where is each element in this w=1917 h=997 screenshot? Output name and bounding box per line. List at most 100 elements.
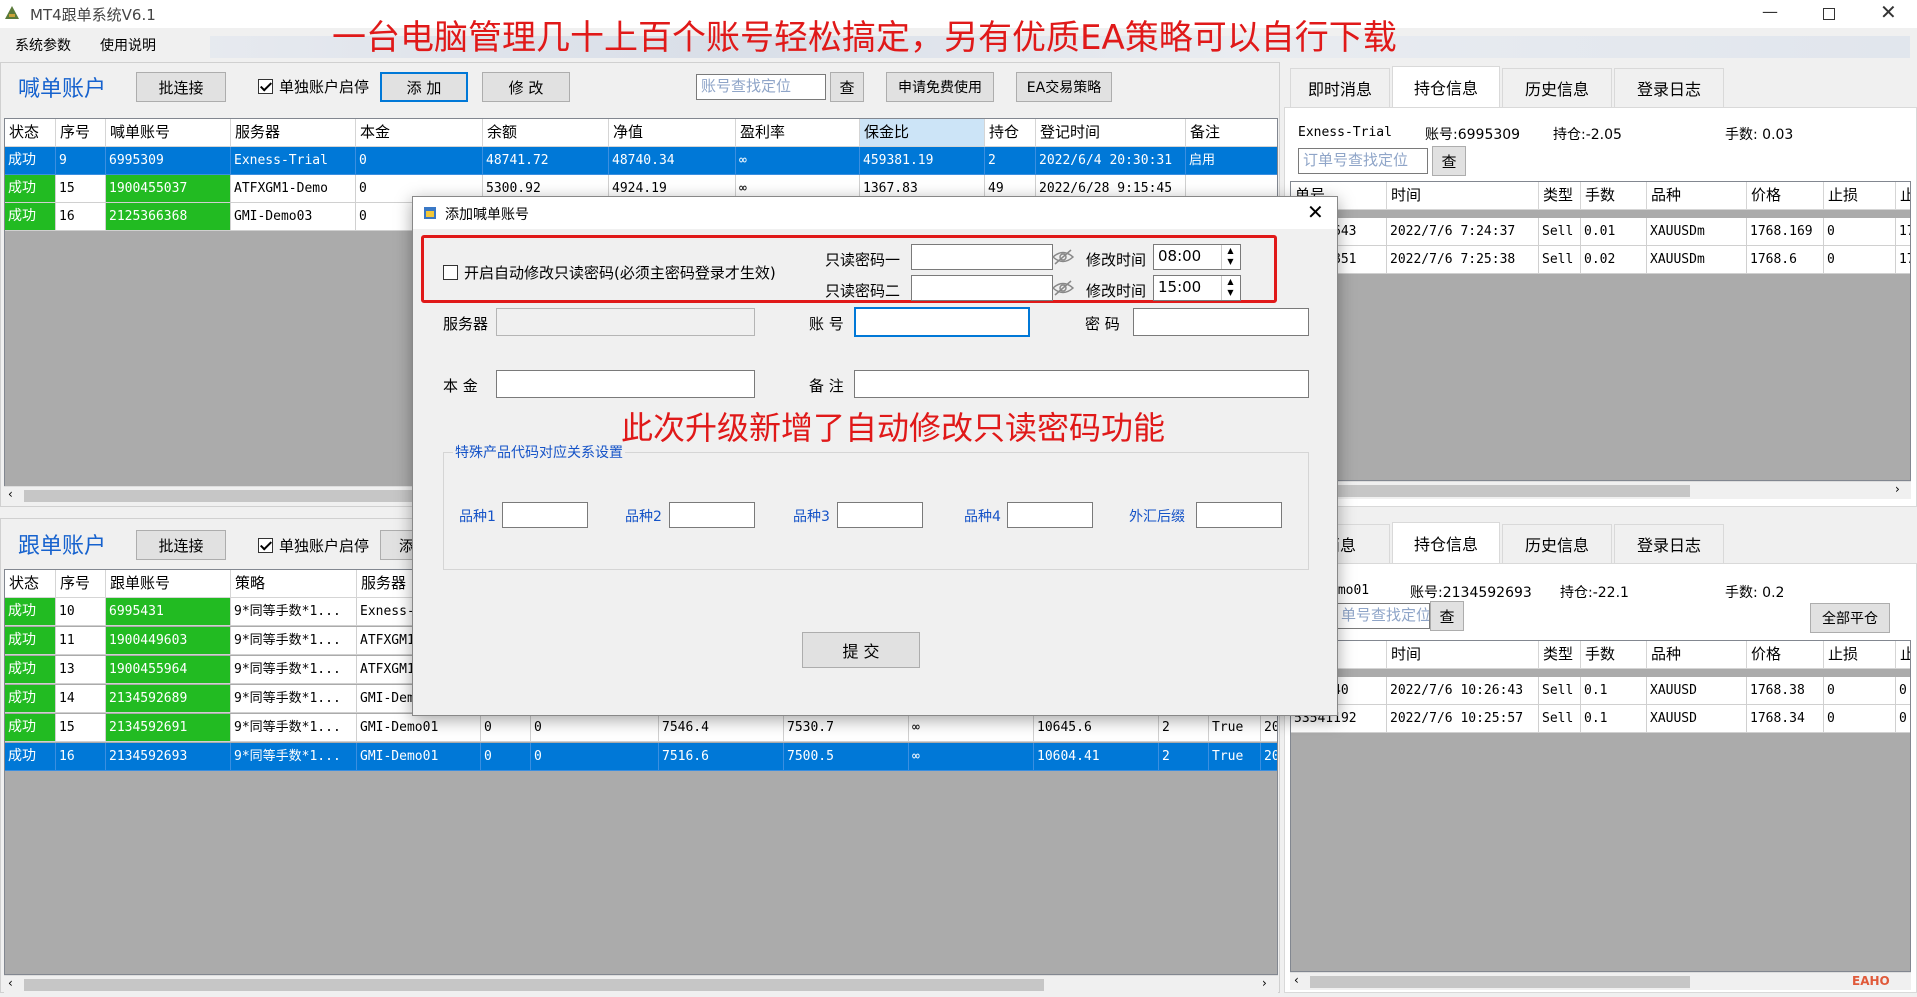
column-header[interactable]: 净值 <box>609 119 736 147</box>
account-search-button[interactable]: 查 <box>830 72 864 102</box>
table-row[interactable]: 53541192 2022/7/6 10:25:57 Sell 0.1 XAUU… <box>1291 705 1910 733</box>
column-header[interactable]: 手数 <box>1581 641 1647 669</box>
account-input[interactable] <box>854 307 1030 337</box>
caller-standalone-checkbox[interactable] <box>258 79 273 94</box>
eye-hidden-icon[interactable] <box>1051 278 1075 298</box>
readonly-password1-input[interactable] <box>911 244 1053 270</box>
rt-hscrollbar[interactable]: › <box>1290 481 1911 499</box>
time2-spinner[interactable]: ▲ ▼ <box>1221 276 1239 300</box>
table-row[interactable]: 成功 13 1900455964 9*同等手数*1... ATFXGM1- <box>5 656 481 684</box>
watermark-logo: EAHO <box>1852 974 1890 988</box>
symbol2-input[interactable] <box>669 502 755 528</box>
eye-hidden-icon[interactable] <box>1051 247 1075 267</box>
scroll-right-icon[interactable]: › <box>1262 976 1267 990</box>
column-header[interactable]: 服务器 <box>231 119 356 147</box>
menu-usage-help[interactable]: 使用说明 <box>100 35 156 55</box>
tab-positions[interactable]: 持仓信息 <box>1392 66 1500 108</box>
column-header[interactable]: 类型 <box>1539 641 1581 669</box>
auto-change-readonly-checkbox[interactable] <box>443 265 458 280</box>
column-header[interactable]: 序号 <box>56 119 106 147</box>
time1-spinner[interactable]: ▲ ▼ <box>1221 245 1239 269</box>
table-row[interactable]: 成功 15 2134592691 9*同等手数*1... GMI-Demo01 … <box>5 714 1277 742</box>
table-row[interactable]: 成功 16 2134592693 9*同等手数*1... GMI-Demo01 … <box>5 743 1277 771</box>
symbol3-input[interactable] <box>837 502 923 528</box>
column-header[interactable]: 备注 <box>1186 119 1277 147</box>
scroll-thumb[interactable] <box>1330 485 1690 497</box>
scroll-thumb[interactable] <box>1310 976 1690 988</box>
column-header[interactable]: 盈利率 <box>736 119 860 147</box>
readonly-password2-input[interactable] <box>911 275 1053 301</box>
remark-input[interactable] <box>854 370 1309 398</box>
table-row[interactable]: 643 2022/7/6 7:24:37 Sell 0.01 XAUUSDm 1… <box>1291 218 1910 246</box>
tab-instant-messages[interactable]: 即时消息 <box>1290 68 1390 108</box>
table-row[interactable]: 成功 9 6995309 Exness-Trial 0 48741.72 487… <box>5 147 1277 175</box>
restore-icon[interactable] <box>1823 8 1835 20</box>
column-header[interactable]: 价格 <box>1747 182 1824 210</box>
close-all-positions-button[interactable]: 全部平仓 <box>1810 603 1890 633</box>
apply-free-button[interactable]: 申请免费使用 <box>886 72 994 102</box>
table-row[interactable]: 851 2022/7/6 7:25:38 Sell 0.02 XAUUSDm 1… <box>1291 246 1910 274</box>
follower-standalone-checkbox[interactable] <box>258 538 273 553</box>
column-header[interactable]: 策略 <box>231 570 357 598</box>
dialog-title-bar: 添加喊单账号 ✕ <box>413 197 1337 229</box>
minimize-icon[interactable]: — <box>1762 2 1778 21</box>
column-header[interactable]: 类型 <box>1539 182 1581 210</box>
scroll-left-icon[interactable]: ‹ <box>1294 973 1299 987</box>
caller-batch-connect-button[interactable]: 批连接 <box>136 72 226 102</box>
caller-add-button[interactable]: 添 加 <box>380 72 468 102</box>
column-header[interactable]: 品种 <box>1647 182 1747 210</box>
scroll-left-icon[interactable]: ‹ <box>8 976 13 990</box>
column-header[interactable]: 序号 <box>56 570 106 598</box>
tab-history-2[interactable]: 历史信息 <box>1502 524 1612 564</box>
column-header[interactable]: 状态 <box>5 570 56 598</box>
dialog-close-icon[interactable]: ✕ <box>1307 200 1324 224</box>
column-header[interactable]: 持仓 <box>985 119 1036 147</box>
table-row[interactable]: 成功 14 2134592689 9*同等手数*1... GMI-Demo <box>5 685 481 713</box>
follower-table-hscrollbar[interactable]: ‹ › <box>4 975 1278 993</box>
order-search-input[interactable]: 订单号查找定位 <box>1298 148 1428 174</box>
capital-input[interactable] <box>496 370 755 398</box>
tab-login-log-2[interactable]: 登录日志 <box>1614 524 1724 564</box>
rb-hscrollbar[interactable]: ‹ <box>1290 972 1911 990</box>
close-icon[interactable]: ✕ <box>1880 0 1897 24</box>
column-header[interactable]: 跟单账号 <box>106 570 231 598</box>
column-header[interactable]: 时间 <box>1387 182 1539 210</box>
column-header[interactable]: 时间 <box>1387 641 1539 669</box>
column-header[interactable]: 止损 <box>1824 641 1896 669</box>
order-search-button-2[interactable]: 查 <box>1430 601 1464 631</box>
order-search-button[interactable]: 查 <box>1432 146 1466 176</box>
column-header[interactable]: 品种 <box>1647 641 1747 669</box>
column-header[interactable]: 喊单账号 <box>106 119 231 147</box>
table-row[interactable]: 40 2022/7/6 10:26:43 Sell 0.1 XAUUSD 176… <box>1291 677 1910 705</box>
symbol1-input[interactable] <box>502 502 588 528</box>
column-header[interactable]: 余额 <box>483 119 609 147</box>
column-header[interactable]: 手数 <box>1581 182 1647 210</box>
scroll-left-icon[interactable]: ‹ <box>8 487 13 501</box>
column-header[interactable]: 价格 <box>1747 641 1824 669</box>
column-header[interactable]: 止 <box>1896 182 1910 210</box>
menu-system-params[interactable]: 系统参数 <box>15 35 71 55</box>
scroll-right-icon[interactable]: › <box>1895 482 1900 496</box>
column-header[interactable]: 状态 <box>5 119 56 147</box>
caller-edit-button[interactable]: 修 改 <box>482 72 570 102</box>
tab-history[interactable]: 历史信息 <box>1502 68 1612 108</box>
column-header[interactable]: 保金比 <box>860 119 985 147</box>
column-header[interactable]: 登记时间 <box>1036 119 1186 147</box>
ea-strategy-button[interactable]: EA交易策略 <box>1016 72 1112 102</box>
column-header[interactable]: 本金 <box>356 119 483 147</box>
submit-button[interactable]: 提 交 <box>802 632 920 668</box>
scroll-thumb[interactable] <box>24 979 1044 991</box>
tab-login-log[interactable]: 登录日志 <box>1614 68 1724 108</box>
column-header[interactable]: 止损 <box>1824 182 1896 210</box>
tab-positions-2[interactable]: 持仓信息 <box>1392 522 1500 564</box>
table-row[interactable]: 成功 11 1900449603 9*同等手数*1... ATFXGM1- <box>5 627 481 655</box>
follower-batch-connect-button[interactable]: 批连接 <box>136 530 226 560</box>
table-row[interactable]: 成功 10 6995431 9*同等手数*1... Exness- <box>5 598 481 626</box>
fx-suffix-input[interactable] <box>1196 502 1282 528</box>
account-search-input[interactable]: 账号查找定位 <box>696 74 826 100</box>
password-input[interactable] <box>1133 308 1309 336</box>
column-header[interactable]: 止 <box>1896 641 1910 669</box>
symbol4-input[interactable] <box>1007 502 1093 528</box>
order-search-input-2[interactable]: 单号查找定位 <box>1336 603 1430 629</box>
server-input[interactable] <box>496 308 755 336</box>
